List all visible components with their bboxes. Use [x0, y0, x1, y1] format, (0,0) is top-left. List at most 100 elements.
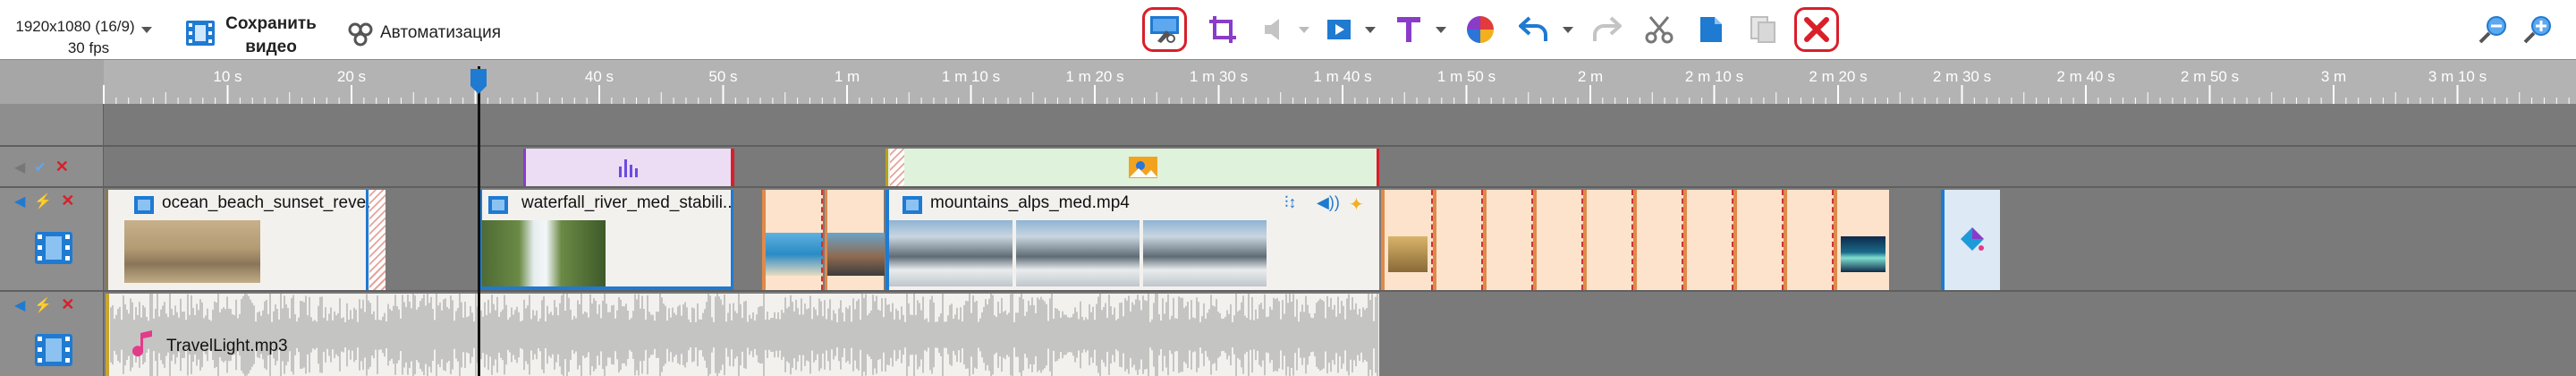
ruler-label: 1 m 10 s — [941, 68, 1001, 85]
insert-media-button[interactable] — [1318, 7, 1363, 52]
redo-icon — [1593, 16, 1622, 41]
ruler-label: 2 m 20 s — [1809, 68, 1868, 85]
clip-end-marker — [1377, 149, 1379, 186]
image-clip[interactable] — [1433, 190, 1483, 290]
ruler-label: 2 m 40 s — [2056, 68, 2115, 85]
image-clip[interactable] — [1381, 190, 1433, 290]
ruler-label: 20 s — [336, 68, 367, 85]
volume-waves-icon[interactable]: ◀)) — [1317, 193, 1340, 212]
paste-icon — [1750, 16, 1775, 43]
image-clip[interactable] — [1633, 190, 1683, 290]
close-icon[interactable]: ✕ — [61, 295, 74, 314]
automation-label[interactable]: Автоматизация — [380, 23, 501, 43]
clip-title: ocean_beach_sunset_reve... — [162, 193, 381, 212]
save-video-button[interactable] — [182, 18, 218, 48]
playhead-handle[interactable] — [470, 68, 487, 95]
zoom-in-btn[interactable] — [2515, 7, 2560, 52]
ruler-label: 1 m 50 s — [1436, 68, 1496, 85]
split-button[interactable] — [1637, 7, 1682, 52]
ruler-label: 40 s — [584, 68, 614, 85]
chevron-down-icon[interactable] — [1365, 27, 1376, 33]
paste-button[interactable] — [1741, 7, 1785, 52]
chevron-down-icon[interactable] — [1436, 27, 1446, 33]
text-button[interactable] — [1386, 7, 1431, 52]
clip-thumbnail — [1016, 220, 1140, 286]
clip-cut-marker — [821, 190, 823, 290]
clip-thumbnail — [766, 233, 823, 276]
auto-edit-button[interactable] — [1142, 7, 1187, 52]
film-icon — [35, 232, 72, 264]
timeline-ruler[interactable]: 10 s20 s340 s50 s1 m1 m 10 s1 m 20 s1 m … — [0, 59, 2576, 105]
chevron-down-icon[interactable] — [141, 27, 152, 33]
track-header-effects: ◀ ✔ ✕ — [0, 147, 104, 186]
image-clip[interactable] — [1784, 190, 1834, 290]
title-clip[interactable] — [1941, 190, 2000, 290]
timeline-tracks[interactable]: ◀ ✔ ✕ ◀ ⚡ ✕ ocean_beach_sunset_reve... w… — [0, 104, 2576, 376]
audio-effect-clip[interactable] — [523, 149, 734, 186]
pencil-icon[interactable]: ✔ — [34, 158, 46, 176]
audio-waveform — [110, 294, 1378, 376]
row-divider — [0, 145, 2576, 147]
image-effect-clip[interactable] — [886, 149, 1379, 186]
chevron-down-icon[interactable] — [1563, 27, 1573, 33]
close-icon[interactable]: ✕ — [55, 158, 69, 176]
save-label-line1: Сохранить — [225, 14, 317, 33]
image-clip[interactable] — [1733, 190, 1784, 290]
chevron-down-icon[interactable] — [1299, 27, 1309, 33]
volume-button[interactable] — [1254, 7, 1299, 52]
sparkle-icon[interactable]: ✦ — [1349, 193, 1364, 216]
redo-button[interactable] — [1584, 7, 1629, 52]
image-clip-aurora[interactable] — [1834, 190, 1889, 290]
undo-button[interactable] — [1512, 7, 1556, 52]
transition-stripes — [890, 149, 904, 186]
diamond-title-icon — [1961, 227, 1984, 251]
pin-icon[interactable]: ◀ — [14, 192, 25, 210]
ruler-label: 1 m 40 s — [1313, 68, 1372, 85]
video-file-icon — [488, 196, 508, 214]
save-video-label[interactable]: Сохранить видео — [222, 13, 320, 59]
undo-icon — [1519, 16, 1547, 41]
audio-adjust-icon[interactable]: ⫶↕ — [1284, 193, 1297, 212]
ruler-label: 10 s — [213, 68, 242, 85]
track-header-video: ◀ ⚡ ✕ — [0, 188, 104, 290]
copy-button[interactable] — [1689, 7, 1733, 52]
color-button[interactable] — [1458, 7, 1503, 52]
close-icon[interactable]: ✕ — [61, 192, 74, 210]
image-clip[interactable] — [1683, 190, 1733, 290]
video-clip-city-short[interactable] — [825, 190, 885, 290]
pin-icon[interactable]: ◀ — [14, 296, 25, 314]
cogs-icon — [348, 22, 373, 47]
ruler-label: 1 m — [834, 68, 860, 85]
image-clip[interactable] — [1583, 190, 1633, 290]
video-clip-ocean[interactable]: ocean_beach_sunset_reve... — [106, 190, 386, 290]
film-icon — [35, 334, 72, 366]
audio-clip[interactable]: TravelLight.mp3 — [106, 294, 1379, 376]
video-clip-mountains[interactable]: mountains_alps_med.mp4 ⫶↕ ◀)) ✦ — [886, 190, 1379, 290]
play-insert-icon — [1327, 20, 1351, 39]
crop-icon — [1209, 16, 1236, 43]
crop-button[interactable] — [1200, 7, 1245, 52]
clip-thumbnail — [482, 220, 606, 286]
clip-title: mountains_alps_med.mp4 — [930, 193, 1130, 212]
playhead-line[interactable] — [478, 66, 480, 376]
video-clip-waterfall[interactable]: waterfall_river_med_stabili... — [479, 190, 733, 290]
delete-button[interactable] — [1794, 7, 1839, 52]
lightning-icon[interactable]: ⚡ — [34, 296, 52, 314]
clip-thumbnail — [1143, 220, 1267, 286]
zoom-in-button[interactable] — [2473, 7, 2518, 52]
lightning-icon[interactable]: ⚡ — [34, 192, 52, 210]
project-resolution-selector[interactable]: 1920x1080 (16/9) 30 fps — [13, 16, 138, 59]
automation-button[interactable] — [344, 18, 377, 50]
image-clip[interactable] — [1483, 190, 1533, 290]
ruler-label: 2 m 50 s — [2180, 68, 2240, 85]
clip-thumbnail — [827, 233, 885, 276]
copy-icon — [1700, 17, 1722, 42]
image-clip[interactable] — [1533, 190, 1583, 290]
ruler-label: 50 s — [708, 68, 738, 85]
pin-icon[interactable]: ◀ — [14, 158, 25, 176]
video-file-icon — [902, 196, 922, 214]
video-clip-beach-short[interactable] — [762, 190, 823, 290]
row-divider — [0, 290, 2576, 292]
ruler-label: 1 m 20 s — [1065, 68, 1124, 85]
clip-title: TravelLight.mp3 — [166, 337, 288, 355]
